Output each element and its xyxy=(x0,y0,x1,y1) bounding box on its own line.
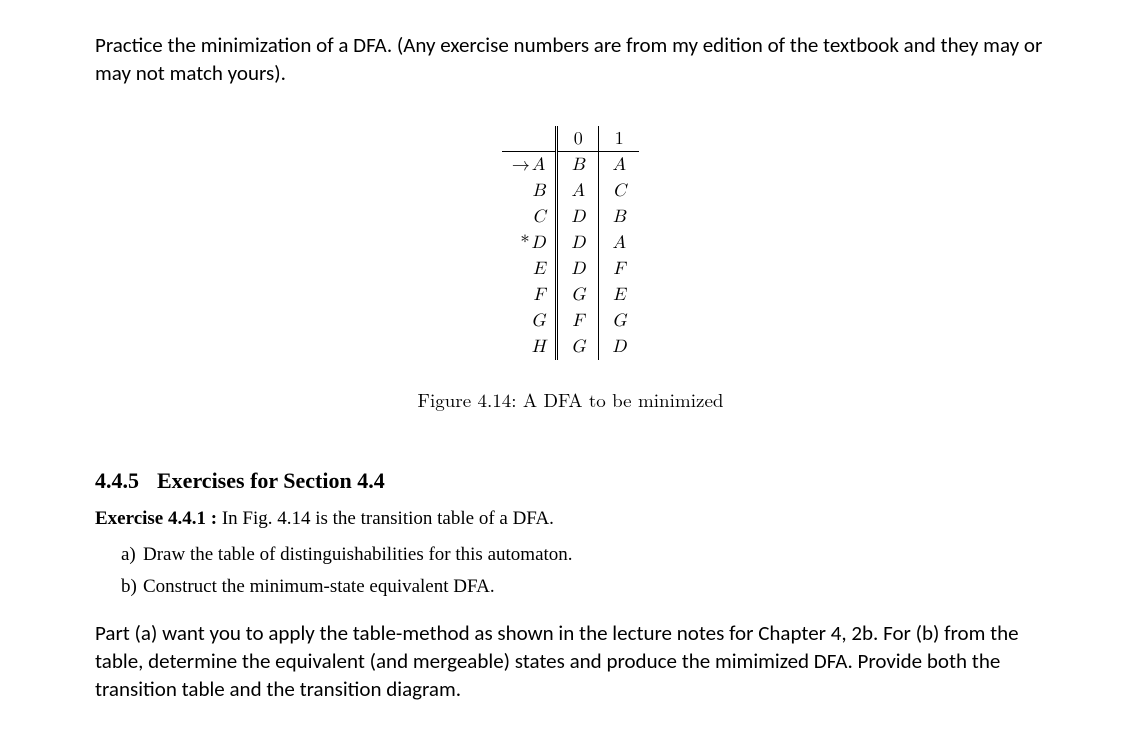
cell: D xyxy=(599,334,640,360)
state-cell: H xyxy=(532,338,546,356)
cell: D xyxy=(557,230,599,256)
exercise-list: a)Draw the table of distinguishabilities… xyxy=(95,544,1046,598)
table-row: E D F xyxy=(502,256,640,282)
item-text: Construct the minimum-state equivalent D… xyxy=(143,576,495,597)
cell: D xyxy=(557,204,599,230)
state-cell: G xyxy=(531,312,545,330)
start-marker: → xyxy=(512,156,532,174)
cell: A xyxy=(599,230,640,256)
col-header-0: 0 xyxy=(557,126,599,152)
item-text: Draw the table of distinguishabilities f… xyxy=(143,544,573,565)
cell: F xyxy=(557,308,599,334)
item-marker: a) xyxy=(121,544,143,566)
list-item: a)Draw the table of distinguishabilities… xyxy=(121,544,1046,566)
cell: G xyxy=(557,282,599,308)
closing-paragraph: Part (a) want you to apply the table-met… xyxy=(95,619,1046,704)
cell: B xyxy=(557,152,599,178)
table-row: *D D A xyxy=(502,230,640,256)
exercise-intro: Exercise 4.4.1 : In Fig. 4.14 is the tra… xyxy=(95,508,1046,530)
cell: B xyxy=(599,204,640,230)
intro-paragraph: Practice the minimization of a DFA. (Any… xyxy=(95,31,1046,88)
state-cell: E xyxy=(533,260,545,278)
table-row: G F G xyxy=(502,308,640,334)
item-marker: b) xyxy=(121,576,143,598)
state-cell: C xyxy=(532,208,545,226)
cell: G xyxy=(557,334,599,360)
state-cell: A xyxy=(532,156,546,174)
section-title: Exercises for Section 4.4 xyxy=(157,468,385,493)
cell: E xyxy=(599,282,640,308)
state-cell: F xyxy=(533,286,545,304)
col-header-1: 1 xyxy=(599,126,640,152)
transition-table-wrapper: 0 1 →A B A B A C C D B *D D A xyxy=(95,126,1046,360)
cell: F xyxy=(599,256,640,282)
cell: C xyxy=(599,178,640,204)
state-cell: D xyxy=(531,234,545,252)
exercise-label: Exercise 4.4.1 : xyxy=(95,508,217,529)
table-row: F G E xyxy=(502,282,640,308)
state-cell: B xyxy=(533,182,546,200)
document-page: Practice the minimization of a DFA. (Any… xyxy=(0,0,1141,704)
section-number: 4.4.5 xyxy=(95,468,139,493)
table-row: C D B xyxy=(502,204,640,230)
cell: G xyxy=(599,308,640,334)
table-row: H G D xyxy=(502,334,640,360)
cell: A xyxy=(557,178,599,204)
cell: D xyxy=(557,256,599,282)
section-heading: 4.4.5 Exercises for Section 4.4 xyxy=(95,468,1046,494)
transition-table: 0 1 →A B A B A C C D B *D D A xyxy=(502,126,640,360)
table-row: →A B A xyxy=(502,152,640,178)
list-item: b)Construct the minimum-state equivalent… xyxy=(121,576,1046,598)
figure-caption: Figure 4.14: A DFA to be minimized xyxy=(95,386,1046,413)
cell: A xyxy=(599,152,640,178)
table-row: B A C xyxy=(502,178,640,204)
exercise-text: In Fig. 4.14 is the transition table of … xyxy=(217,508,554,529)
final-marker: * xyxy=(520,234,531,252)
